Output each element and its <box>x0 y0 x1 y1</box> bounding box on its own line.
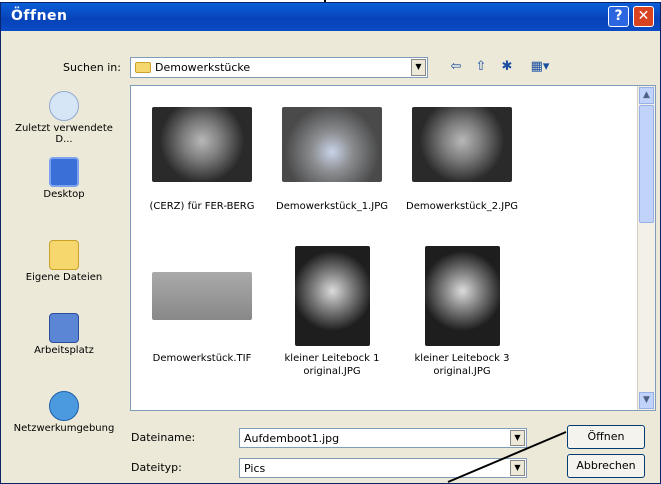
place-desktop[interactable]: Desktop <box>6 157 122 200</box>
open-dialog: Öffnen ? ✕ Suchen in: Demowerkstücke ▼ ⇦… <box>0 2 661 484</box>
help-button[interactable]: ? <box>608 6 629 27</box>
my-documents-icon <box>49 240 79 270</box>
lookin-label: Suchen in: <box>63 61 121 74</box>
place-label: Eigene Dateien <box>25 272 103 283</box>
file-name: (CERZ) für FER-BERG <box>149 201 255 212</box>
file-thumbnail <box>152 106 252 182</box>
file-thumbnail <box>282 106 382 182</box>
file-thumbnail <box>152 272 252 320</box>
place-label: Netzwerkumgebung <box>13 423 115 434</box>
recent-documents-icon <box>49 91 79 121</box>
my-computer-icon <box>49 313 79 343</box>
up-folder-icon[interactable]: ⇧ <box>471 58 491 76</box>
chevron-down-icon[interactable]: ▼ <box>411 59 426 76</box>
new-folder-icon[interactable]: ✱ <box>497 58 517 76</box>
dialog-title: Öffnen <box>11 8 68 24</box>
places-bar: Zuletzt verwendete D... Desktop Eigene D… <box>6 85 122 463</box>
place-my-documents[interactable]: Eigene Dateien <box>6 240 122 283</box>
network-places-icon <box>49 391 79 421</box>
file-name: kleiner Leitebock 3 original.JPG <box>414 353 510 377</box>
vertical-scrollbar[interactable]: ▲ ▼ <box>637 86 655 410</box>
scroll-down-icon[interactable]: ▼ <box>639 392 654 409</box>
place-label: Desktop <box>43 189 85 200</box>
lookin-value: Demowerkstücke <box>155 61 251 74</box>
place-network[interactable]: Netzwerkumgebung <box>6 391 122 434</box>
file-thumbnail <box>424 246 500 346</box>
file-name: Demowerkstück_1.JPG <box>276 201 388 212</box>
filename-value: Aufdemboot1.jpg <box>244 432 340 445</box>
close-button[interactable]: ✕ <box>633 6 654 27</box>
filename-label: Dateiname: <box>131 431 196 444</box>
file-item[interactable]: Demowerkstück_2.JPG <box>403 94 521 213</box>
desktop-icon <box>49 157 79 187</box>
scrollbar-thumb[interactable] <box>639 105 654 223</box>
title-bar: Öffnen ? ✕ <box>1 3 660 31</box>
views-menu-icon[interactable]: ▦▾ <box>525 58 555 76</box>
file-item[interactable]: (CERZ) für FER-BERG <box>143 94 261 213</box>
place-label: Arbeitsplatz <box>34 345 94 356</box>
file-item[interactable]: kleiner Leitebock 1 original.JPG <box>273 246 391 378</box>
filetype-value: Pics <box>244 462 266 475</box>
file-thumbnail <box>412 106 512 182</box>
file-item[interactable]: Demowerkstück.TIF <box>143 246 261 365</box>
file-list-view: (CERZ) für FER-BERG Demowerkstück_1.JPG … <box>130 85 656 411</box>
place-recent[interactable]: Zuletzt verwendete D... <box>6 91 122 145</box>
file-thumbnail <box>294 246 370 346</box>
place-my-computer[interactable]: Arbeitsplatz <box>6 313 122 356</box>
folder-icon <box>135 62 151 73</box>
file-name: Demowerkstück_2.JPG <box>406 201 518 212</box>
annotation-arrow-bottom <box>447 431 567 483</box>
back-icon[interactable]: ⇦ <box>446 58 466 76</box>
lookin-combo[interactable]: Demowerkstücke ▼ <box>130 57 428 78</box>
file-item[interactable]: Demowerkstück_1.JPG <box>273 94 391 213</box>
file-name: kleiner Leitebock 1 original.JPG <box>284 353 380 377</box>
file-name: Demowerkstück.TIF <box>152 353 252 364</box>
file-item[interactable]: kleiner Leitebock 3 original.JPG <box>403 246 521 378</box>
place-label: Zuletzt verwendete D... <box>15 123 113 145</box>
scroll-up-icon[interactable]: ▲ <box>639 87 654 104</box>
filetype-label: Dateityp: <box>131 461 182 474</box>
